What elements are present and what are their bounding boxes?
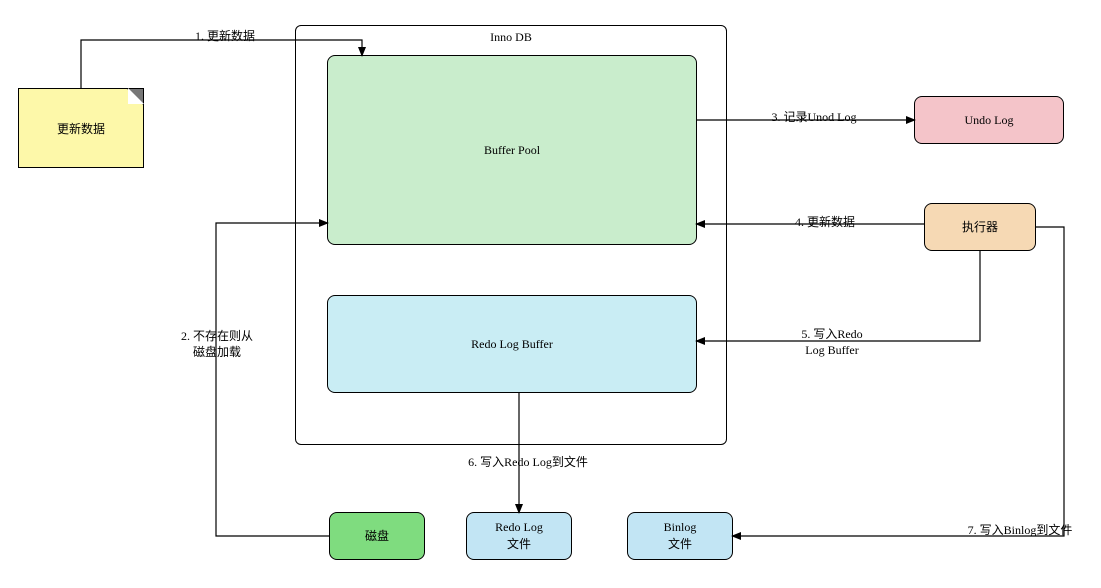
disk-box: 磁盘 [329, 512, 425, 560]
undo-log-label: Undo Log [965, 112, 1014, 129]
binlog-file-label: Binlog 文件 [664, 519, 697, 553]
redo-log-file-box: Redo Log 文件 [466, 512, 572, 560]
redo-log-buffer-label: Redo Log Buffer [471, 336, 553, 353]
update-data-note-label: 更新数据 [57, 120, 105, 137]
edge-7-label: 7. 写入Binlog到文件 [945, 523, 1095, 539]
redo-log-buffer-box: Redo Log Buffer [327, 295, 697, 393]
buffer-pool-box: Buffer Pool [327, 55, 697, 245]
edge-7-arrow [733, 227, 1064, 536]
edge-3-label: 3. 记录Unod Log [754, 110, 874, 126]
executor-label: 执行器 [962, 219, 998, 236]
executor-box: 执行器 [924, 203, 1036, 251]
redo-log-file-label: Redo Log 文件 [495, 519, 543, 553]
edge-2-label: 2. 不存在则从 磁盘加载 [162, 329, 272, 360]
undo-log-box: Undo Log [914, 96, 1064, 144]
edge-1-label: 1. 更新数据 [180, 29, 270, 45]
disk-label: 磁盘 [365, 528, 389, 545]
innodb-title: Inno DB [296, 30, 726, 45]
binlog-file-box: Binlog 文件 [627, 512, 733, 560]
buffer-pool-label: Buffer Pool [484, 142, 540, 159]
edge-6-label: 6. 写入Redo Log到文件 [448, 455, 608, 471]
edge-5-label: 5. 写入Redo Log Buffer [782, 327, 882, 358]
update-data-note: 更新数据 [18, 88, 144, 168]
edge-4-label: 4. 更新数据 [780, 215, 870, 231]
